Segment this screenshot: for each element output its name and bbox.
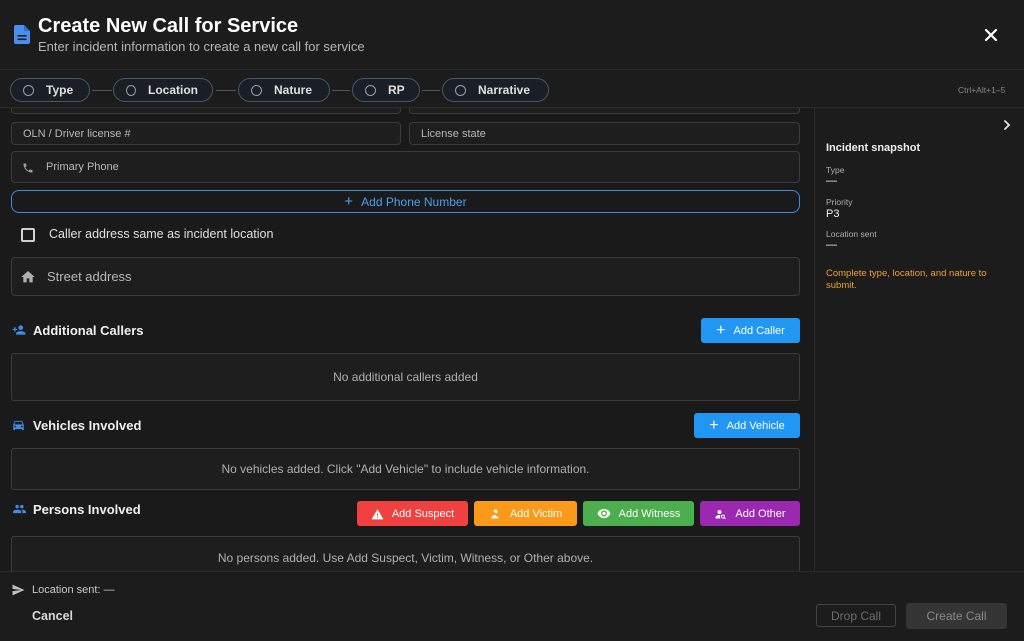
additional-callers-empty: No additional callers added xyxy=(11,353,800,401)
drop-call-button[interactable]: Drop Call xyxy=(816,604,896,627)
step-rp[interactable]: RP xyxy=(352,78,420,102)
plus-icon: + xyxy=(344,193,354,210)
send-icon xyxy=(12,584,25,596)
plus-icon: + xyxy=(716,321,726,339)
step-label: Nature xyxy=(274,83,313,97)
oln-field[interactable]: OLN / Driver license # xyxy=(11,122,401,145)
add-suspect-label: Add Suspect xyxy=(391,507,455,520)
step-narrative[interactable]: Narrative xyxy=(442,78,549,102)
partial-field-left[interactable] xyxy=(11,108,401,114)
step-label: RP xyxy=(388,83,405,97)
step-radio-icon xyxy=(126,84,136,96)
step-connector xyxy=(216,90,236,91)
partial-field-right[interactable] xyxy=(409,108,800,114)
step-radio-icon xyxy=(455,84,466,96)
step-type[interactable]: Type xyxy=(10,78,90,102)
snapshot-warning: Complete type, location, and nature to s… xyxy=(826,268,987,291)
dialog-title: Create New Call for Service xyxy=(38,15,299,37)
people-icon xyxy=(13,504,26,514)
plus-icon: + xyxy=(709,416,719,434)
document-icon xyxy=(14,25,30,44)
same-address-checkbox[interactable] xyxy=(21,228,35,242)
add-victim-button[interactable]: Add Victim xyxy=(474,501,577,526)
car-icon xyxy=(13,420,24,431)
additional-callers-title: Additional Callers xyxy=(33,323,144,338)
add-suspect-button[interactable]: Add Suspect xyxy=(357,501,468,526)
step-label: Narrative xyxy=(478,83,531,97)
keyboard-shortcut-hint: Ctrl+Alt+1–5 xyxy=(958,85,1006,95)
step-label: Type xyxy=(46,83,74,97)
add-phone-label: Add Phone Number xyxy=(361,194,467,209)
step-radio-icon xyxy=(23,84,34,96)
step-connector xyxy=(92,90,112,91)
add-witness-button[interactable]: Add Witness xyxy=(583,501,694,526)
add-other-label: Add Other xyxy=(735,507,786,520)
step-connector xyxy=(422,90,440,91)
location-sent-status: Location sent: — xyxy=(32,584,115,596)
snapshot-type-label: Type xyxy=(826,165,845,175)
add-caller-label: Add Caller xyxy=(733,324,785,337)
form-scroll-area[interactable]: OLN / Driver license # License state Pri… xyxy=(0,108,814,571)
step-connector xyxy=(332,90,350,91)
create-call-button[interactable]: Create Call xyxy=(906,603,1007,629)
same-address-label: Caller address same as incident location xyxy=(49,227,274,241)
street-address-field[interactable]: Street address xyxy=(11,257,800,296)
eye-icon xyxy=(597,508,611,519)
oln-placeholder: OLN / Driver license # xyxy=(23,128,131,140)
add-vehicle-label: Add Vehicle xyxy=(726,419,785,432)
license-state-field[interactable]: License state xyxy=(409,122,800,145)
step-label: Location xyxy=(148,83,198,97)
personal-injury-icon xyxy=(489,508,502,520)
step-location[interactable]: Location xyxy=(113,78,213,102)
incident-snapshot-panel: Incident snapshot Type — Priority P3 Loc… xyxy=(814,108,1024,571)
person-search-icon xyxy=(714,508,727,520)
snapshot-title: Incident snapshot xyxy=(826,142,921,154)
persons-empty: No persons added. Use Add Suspect, Victi… xyxy=(11,536,800,571)
warning-icon xyxy=(371,508,384,520)
vehicles-title: Vehicles Involved xyxy=(33,418,142,433)
license-state-placeholder: License state xyxy=(421,128,486,140)
add-witness-label: Add Witness xyxy=(618,507,681,520)
step-radio-icon xyxy=(365,84,376,96)
snapshot-location-label: Location sent xyxy=(826,229,877,239)
snapshot-priority-label: Priority xyxy=(826,197,853,207)
snapshot-priority-value: P3 xyxy=(826,208,840,220)
persons-title: Persons Involved xyxy=(33,502,141,517)
person-add-icon xyxy=(12,325,26,335)
vehicles-empty: No vehicles added. Click "Add Vehicle" t… xyxy=(11,448,800,490)
snapshot-type-value: — xyxy=(826,175,837,187)
street-address-placeholder: Street address xyxy=(47,269,132,284)
dialog-footer: Location sent: — Cancel Drop Call Create… xyxy=(0,571,1024,641)
add-vehicle-button[interactable]: + Add Vehicle xyxy=(694,413,800,438)
step-radio-icon xyxy=(251,84,262,96)
home-icon xyxy=(21,271,35,283)
phone-icon xyxy=(23,163,33,173)
add-other-button[interactable]: Add Other xyxy=(700,501,800,526)
add-phone-number-button[interactable]: + Add Phone Number xyxy=(11,190,800,213)
add-victim-label: Add Victim xyxy=(509,507,563,520)
add-caller-button[interactable]: + Add Caller xyxy=(701,318,800,343)
close-icon[interactable] xyxy=(980,24,1002,46)
step-nature[interactable]: Nature xyxy=(238,78,330,102)
snapshot-location-value: — xyxy=(826,239,837,251)
dialog-subtitle: Enter incident information to create a n… xyxy=(38,39,365,54)
cancel-button[interactable]: Cancel xyxy=(32,609,73,623)
primary-phone-field[interactable]: Primary Phone xyxy=(11,151,800,183)
dialog-header: Create New Call for Service Enter incide… xyxy=(0,0,1024,70)
primary-phone-placeholder: Primary Phone xyxy=(46,161,119,173)
step-navigation: Type Location Nature RP Narrative Ctrl+A… xyxy=(0,71,1024,108)
chevron-right-icon[interactable] xyxy=(1001,119,1013,131)
